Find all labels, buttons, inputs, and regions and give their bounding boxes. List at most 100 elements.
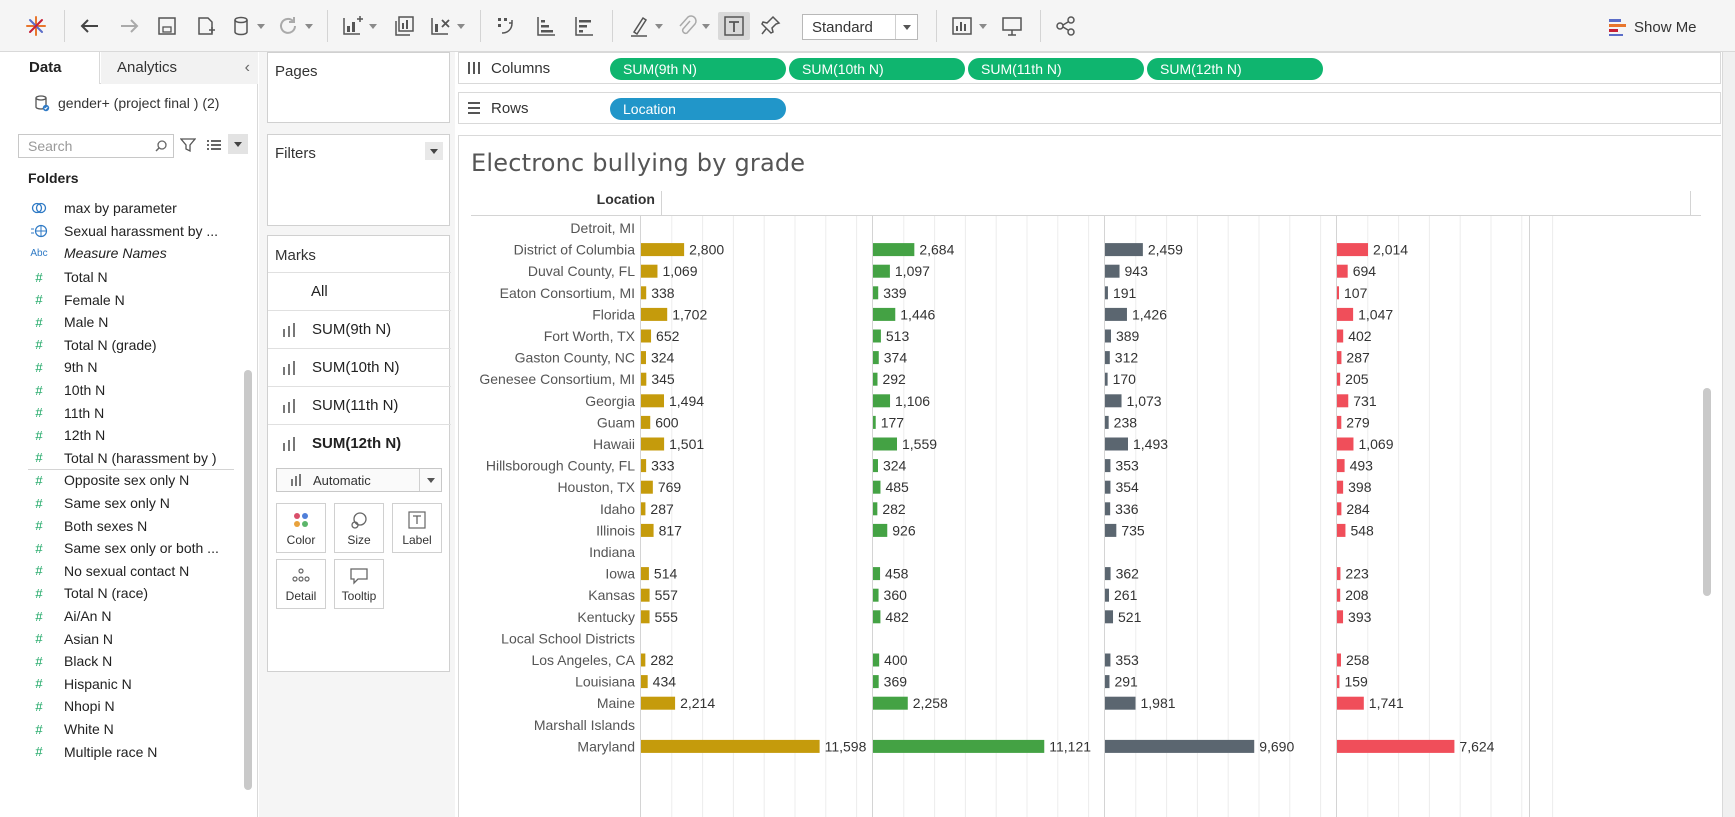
measure-icon: # bbox=[35, 676, 43, 692]
group-icon[interactable] bbox=[675, 12, 710, 40]
columns-pill-11th[interactable]: SUM(11th N) bbox=[968, 58, 1144, 80]
chevron-down-icon[interactable] bbox=[228, 134, 248, 154]
field-item[interactable]: # Total N (race) bbox=[28, 582, 234, 604]
chevron-down-icon[interactable] bbox=[425, 142, 443, 160]
duplicate-sheet-icon[interactable] bbox=[392, 12, 416, 40]
field-item[interactable]: # Asian N bbox=[28, 628, 234, 650]
value-label: 2,684 bbox=[919, 242, 954, 258]
save-icon[interactable] bbox=[156, 12, 178, 40]
rows-shelf[interactable]: Rows Location bbox=[458, 92, 1721, 124]
rows-pill-location[interactable]: Location bbox=[610, 98, 786, 120]
field-item[interactable]: #9th N bbox=[28, 356, 234, 378]
filters-title: Filters bbox=[275, 145, 316, 162]
tab-analytics[interactable]: Analytics ‹ bbox=[101, 52, 258, 84]
row-label: Los Angeles, CA bbox=[531, 652, 635, 668]
pages-card[interactable]: Pages bbox=[267, 52, 450, 123]
field-item[interactable]: # Female N bbox=[28, 289, 234, 311]
field-item[interactable]: # White N bbox=[28, 718, 234, 740]
field-item[interactable]: # Same sex only N bbox=[28, 492, 234, 514]
field-item[interactable]: #11th N bbox=[28, 402, 234, 424]
field-item[interactable]: # Opposite sex only N bbox=[28, 469, 234, 491]
label-button[interactable]: Label bbox=[392, 503, 442, 553]
field-item[interactable]: # No sexual contact N bbox=[28, 560, 234, 582]
fit-select[interactable]: Standard bbox=[802, 14, 918, 40]
filters-card[interactable]: Filters bbox=[267, 134, 450, 226]
columns-pill-12th[interactable]: SUM(12th N) bbox=[1147, 58, 1323, 80]
clear-sheet-icon[interactable] bbox=[428, 12, 465, 40]
field-item[interactable]: # Hispanic N bbox=[28, 673, 234, 695]
new-datasource-icon[interactable] bbox=[194, 12, 218, 40]
new-worksheet-icon[interactable] bbox=[340, 12, 377, 40]
columns-pill-9th[interactable]: SUM(9th N) bbox=[610, 58, 786, 80]
pin-icon[interactable] bbox=[760, 12, 782, 40]
value-label: 434 bbox=[653, 674, 677, 690]
field-item[interactable]: # Both sexes N bbox=[28, 515, 234, 537]
field-item[interactable]: # Total N (harassment by ) bbox=[28, 447, 234, 469]
collapse-pane-icon[interactable]: ‹ bbox=[245, 52, 250, 84]
datasource-dropdown-icon[interactable] bbox=[232, 12, 265, 40]
mark-type-select[interactable]: Automatic bbox=[276, 468, 442, 492]
field-item[interactable]: #12th N bbox=[28, 424, 234, 446]
detail-label: Detail bbox=[285, 589, 317, 603]
field-item[interactable]: # Black N bbox=[28, 650, 234, 672]
field-item[interactable]: Sexual harassment by ... bbox=[28, 220, 234, 242]
row-label: Hawaii bbox=[593, 436, 635, 452]
field-item[interactable]: # Male N bbox=[28, 311, 234, 333]
field-item[interactable]: Abc Measure Names bbox=[28, 242, 234, 264]
redo-icon[interactable] bbox=[117, 12, 141, 40]
size-button[interactable]: Size bbox=[334, 503, 384, 553]
search-input[interactable]: Search bbox=[18, 134, 174, 158]
columns-label-text: Columns bbox=[491, 59, 551, 77]
value-label: 731 bbox=[1353, 393, 1377, 409]
show-cards-icon[interactable] bbox=[950, 12, 987, 40]
color-button[interactable]: Color bbox=[276, 503, 326, 553]
sort-ascending-icon[interactable] bbox=[534, 12, 558, 40]
marks-all-row[interactable]: All bbox=[268, 272, 451, 310]
marks-row-9th[interactable]: SUM(9th N) bbox=[268, 310, 451, 348]
bar bbox=[1105, 394, 1122, 408]
field-item[interactable]: # Same sex only or both ... bbox=[28, 537, 234, 559]
show-me-button[interactable]: Show Me bbox=[1608, 15, 1697, 39]
data-pane-scrollbar[interactable] bbox=[244, 370, 252, 790]
field-item[interactable]: # Total N (grade) bbox=[28, 334, 234, 356]
highlight-icon[interactable] bbox=[628, 12, 663, 40]
bar bbox=[873, 610, 881, 624]
label-icon bbox=[393, 511, 441, 529]
field-item[interactable]: # Ai/An N bbox=[28, 605, 234, 627]
view-options-icon[interactable] bbox=[206, 137, 222, 153]
filter-icon[interactable] bbox=[180, 137, 196, 153]
share-icon[interactable] bbox=[1055, 12, 1077, 40]
columns-shelf[interactable]: Columns SUM(9th N) SUM(10th N) SUM(11th … bbox=[458, 52, 1721, 84]
marks-row-12th[interactable]: SUM(12th N) bbox=[268, 424, 451, 462]
detail-button[interactable]: Detail bbox=[276, 559, 326, 609]
tab-data[interactable]: Data bbox=[0, 52, 100, 84]
label-toggle-icon[interactable] bbox=[718, 12, 750, 40]
sort-descending-icon[interactable] bbox=[572, 12, 596, 40]
presentation-icon[interactable] bbox=[1000, 12, 1024, 40]
marks-row-11th[interactable]: SUM(11th N) bbox=[268, 386, 451, 424]
tooltip-button[interactable]: Tooltip bbox=[334, 559, 384, 609]
datasource-item[interactable]: gender+ (project final ) (2) bbox=[34, 92, 219, 114]
field-item[interactable]: # Nhopi N bbox=[28, 695, 234, 717]
bar bbox=[1337, 329, 1344, 343]
bar bbox=[873, 567, 881, 581]
undo-icon[interactable] bbox=[78, 12, 102, 40]
tableau-logo-icon[interactable] bbox=[24, 12, 48, 40]
field-item[interactable]: #10th N bbox=[28, 379, 234, 401]
field-item[interactable]: max by parameter bbox=[28, 197, 234, 219]
marks-row-10th[interactable]: SUM(10th N) bbox=[268, 348, 451, 386]
value-label: 282 bbox=[650, 652, 674, 668]
refresh-icon[interactable] bbox=[276, 12, 313, 40]
row-label: Florida bbox=[592, 306, 635, 322]
view-scrollbar[interactable] bbox=[1703, 388, 1711, 596]
folders-header: Folders bbox=[28, 170, 79, 186]
bar bbox=[641, 567, 649, 581]
bar bbox=[1337, 502, 1342, 516]
bar-mark-icon bbox=[282, 398, 304, 413]
columns-pill-10th[interactable]: SUM(10th N) bbox=[789, 58, 965, 80]
field-item[interactable]: # Multiple race N bbox=[28, 741, 234, 763]
bar bbox=[873, 523, 888, 537]
swap-icon[interactable] bbox=[494, 12, 518, 40]
field-item[interactable]: # Total N bbox=[28, 266, 234, 288]
color-label: Color bbox=[286, 533, 316, 547]
